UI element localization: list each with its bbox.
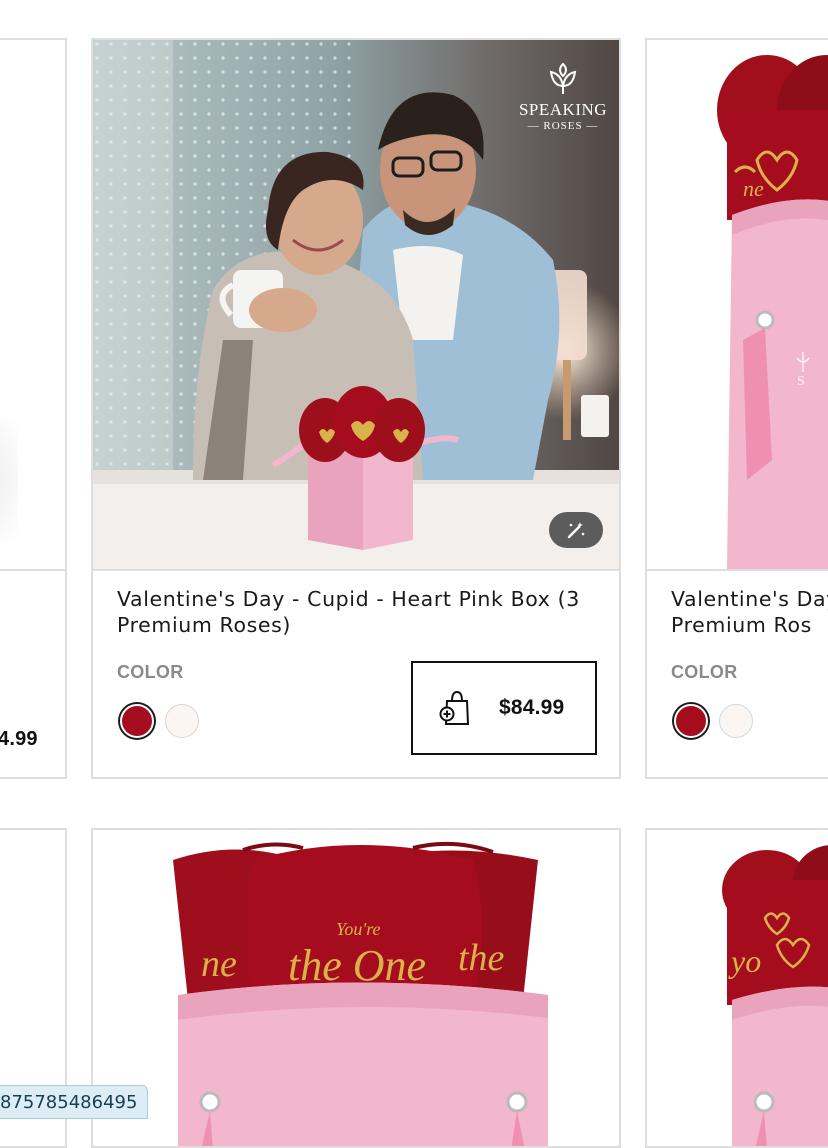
magic-wand-button[interactable] [549, 512, 603, 548]
product-image[interactable]: ne S [647, 40, 828, 569]
product-card-cupid-heart-pink-box[interactable]: SPEAKING — ROSES — Valentine's Day - Cup… [91, 38, 621, 779]
url-status-tooltip: 875785486495 [0, 1085, 149, 1119]
product-title[interactable]: Valentine's Day - Cupid - Heart Pink Box… [117, 586, 603, 638]
rose-box-photo: ne S [717, 55, 828, 569]
you-are-the-one-rose-box-photo: You're the One ne the [173, 841, 548, 1146]
product-image[interactable]: SPEAKING — ROSES — [93, 40, 619, 569]
svg-text:S: S [797, 374, 805, 389]
color-label: COLOR [117, 662, 184, 682]
product-card-row2-center[interactable]: You're the One ne the [91, 828, 621, 1148]
rose-text-side-left: ne [201, 943, 237, 985]
product-card-right-partial[interactable]: ne S Valentine's Day (3 Premium Ros COLO… [645, 38, 828, 779]
product-image[interactable]: yo [647, 830, 828, 1146]
color-label: COLOR [671, 662, 738, 682]
rose-logo-icon [549, 62, 577, 94]
brand-logo: SPEAKING — ROSES — [513, 60, 613, 133]
product-price: $84.99 [499, 696, 565, 719]
swatch-red[interactable] [120, 704, 154, 738]
swatch-white[interactable] [165, 704, 199, 738]
add-to-cart-button[interactable]: $84.99 [411, 661, 597, 755]
divider [647, 569, 828, 571]
product-price-partial: 4.99 [0, 728, 38, 750]
svg-text:yo: yo [728, 943, 761, 979]
svg-text:ne: ne [743, 176, 764, 201]
product-title[interactable]: Valentine's Day (3 Premium Ros [671, 586, 828, 638]
product-image[interactable]: You're the One ne the [93, 830, 619, 1146]
rose-text-side-right: the [458, 937, 505, 979]
product-image[interactable] [0, 40, 65, 569]
swatch-red[interactable] [674, 704, 708, 738]
divider [0, 569, 65, 571]
product-image-shadow [0, 420, 18, 540]
product-card-left-partial[interactable]: 4.99 [0, 38, 67, 779]
rose-box-photo: yo [722, 845, 828, 1146]
product-card-row2-right-partial[interactable]: yo [645, 828, 828, 1148]
divider [93, 569, 619, 571]
magic-wand-icon [567, 522, 585, 539]
shopping-bag-add-icon [439, 690, 470, 725]
rose-text-top: You're [336, 919, 381, 939]
swatch-white[interactable] [719, 704, 753, 738]
